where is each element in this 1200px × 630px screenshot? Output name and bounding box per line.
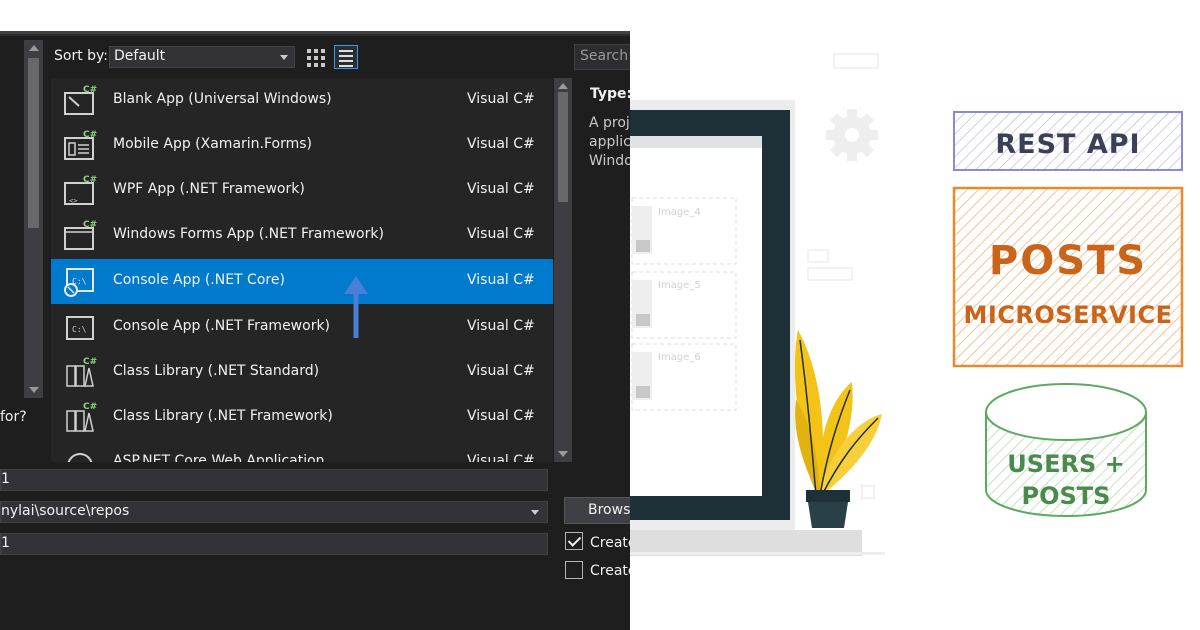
svg-text:C#: C# [83, 357, 97, 367]
sort-by-label: Sort by: [54, 48, 109, 64]
search-input[interactable]: Search ( [574, 44, 630, 70]
template-scrollbar[interactable] [554, 78, 572, 462]
create-directory-label: Create [590, 535, 630, 551]
template-language: Visual C# [467, 272, 535, 288]
template-name: WPF App (.NET Framework) [113, 181, 305, 197]
sort-by-value: Default [114, 48, 166, 64]
template-name: Class Library (.NET Framework) [113, 408, 333, 424]
gear-icon [826, 109, 878, 161]
architecture-diagram: REST API POSTS MICROSERVICE USERS + POST… [930, 0, 1200, 630]
template-name: Console App (.NET Framework) [113, 318, 331, 334]
template-row-mobile-app[interactable]: C# Mobile App (Xamarin.Forms) Visual C# [51, 123, 553, 168]
blank-app-icon: C# [64, 85, 97, 115]
windows-forms-icon: C# [64, 220, 97, 250]
rest-api-label: REST API [995, 129, 1140, 160]
wpf-app-icon: <> C# [64, 175, 97, 205]
illustration-canvas: Image_4 Image_5 Image_6 [630, 53, 885, 556]
template-row-console-app-framework[interactable]: C:\ Console App (.NET Framework) Visual … [51, 305, 553, 350]
scroll-up-icon[interactable] [558, 83, 568, 89]
chevron-down-icon [531, 510, 539, 515]
mobile-app-icon: C# [64, 130, 97, 160]
template-name: Console App (.NET Core) [113, 272, 285, 288]
location-value: nylai\source\repos [1, 503, 130, 519]
description-line: A proje [589, 115, 630, 131]
scrollbar-thumb[interactable] [558, 92, 568, 202]
image-placeholder-label: Image_6 [658, 352, 701, 363]
location-field[interactable]: nylai\source\repos [0, 501, 548, 523]
svg-text:<>: <> [69, 197, 77, 205]
svg-text:C#: C# [83, 220, 97, 230]
microservice-label: MICROSERVICE [964, 301, 1173, 329]
console-app-framework-icon: C:\ [66, 316, 94, 340]
create-repository-checkbox[interactable] [565, 561, 583, 579]
console-app-icon: C:\ [64, 268, 94, 297]
template-language: Visual C# [467, 408, 535, 424]
chevron-down-icon [280, 55, 288, 60]
new-project-dialog: Sort by: Default Search ( C# Blank App (… [0, 0, 630, 630]
browse-button[interactable]: Browse [564, 497, 630, 524]
template-row-web-app[interactable]: ASP.NET Core Web Application Visual C# [51, 440, 553, 462]
posts-microservice-box: POSTS MICROSERVICE [952, 186, 1184, 368]
template-language: Visual C# [467, 318, 535, 334]
scroll-down-icon[interactable] [558, 451, 568, 457]
svg-text:C:\: C:\ [72, 325, 87, 334]
template-row-console-app-core[interactable]: C:\ Console App (.NET Core) Visual C# [51, 259, 553, 304]
class-library-icon: C# [66, 357, 97, 387]
monitor-illustration: Image_4 Image_5 Image_6 [630, 0, 930, 630]
scrollbar-thumb[interactable] [28, 58, 39, 228]
scroll-up-icon[interactable] [29, 45, 39, 51]
template-language: Visual C# [467, 136, 535, 152]
image-placeholder-label: Image_4 [658, 207, 701, 218]
template-language: Visual C# [467, 91, 535, 107]
list-view-icon[interactable] [334, 45, 358, 69]
template-row-windows-forms[interactable]: C# Windows Forms App (.NET Framework) Vi… [51, 213, 553, 258]
template-row-blank-app[interactable]: C# Blank App (Universal Windows) Visual … [51, 78, 553, 123]
web-app-icon [67, 453, 93, 462]
grid-view-icon[interactable] [305, 46, 327, 68]
type-label: Type: [590, 86, 630, 102]
database-label-line1: USERS + [1007, 450, 1124, 478]
class-library-framework-icon: C# [66, 402, 97, 432]
diagram-canvas: REST API POSTS MICROSERVICE USERS + POST… [952, 111, 1184, 517]
template-name: Windows Forms App (.NET Framework) [113, 226, 384, 242]
database-label-line2: POSTS [1022, 482, 1111, 510]
template-row-wpf-app[interactable]: <> C# WPF App (.NET Framework) Visual C# [51, 168, 553, 213]
rest-api-box: REST API [953, 111, 1183, 171]
image-placeholder-label: Image_5 [658, 280, 701, 291]
description-line: Windo [589, 153, 630, 169]
template-list: C# Blank App (Universal Windows) Visual … [51, 78, 553, 462]
template-row-class-library-framework[interactable]: C# Class Library (.NET Framework) Visual… [51, 395, 553, 440]
template-name: Class Library (.NET Standard) [113, 363, 320, 379]
online-search-prompt: for? [0, 409, 27, 425]
template-language: Visual C# [467, 181, 535, 197]
create-repository-label: Create [590, 563, 630, 579]
template-language: Visual C# [467, 363, 535, 379]
template-language: Visual C# [467, 226, 535, 242]
template-name: Mobile App (Xamarin.Forms) [113, 136, 313, 152]
window-top-strip [0, 0, 630, 36]
project-name-value: 1 [1, 471, 10, 487]
posts-label: POSTS [989, 238, 1147, 284]
create-directory-checkbox[interactable] [565, 532, 583, 550]
template-name: Blank App (Universal Windows) [113, 91, 332, 107]
svg-text:C#: C# [83, 130, 97, 140]
annotation-arrow-up-icon [344, 276, 368, 338]
sort-by-select[interactable]: Default [109, 46, 295, 68]
template-name: ASP.NET Core Web Application [113, 453, 325, 462]
project-name-field[interactable]: 1 [0, 469, 548, 491]
users-posts-database: USERS + POSTS [985, 383, 1147, 517]
scroll-down-icon[interactable] [29, 387, 39, 393]
template-description: A proje applica Windo [589, 114, 630, 171]
description-line: applica [589, 134, 630, 150]
svg-text:C#: C# [83, 85, 97, 95]
category-scrollbar[interactable] [24, 40, 43, 398]
svg-text:C#: C# [83, 402, 97, 412]
svg-text:C#: C# [83, 175, 97, 185]
template-language: Visual C# [467, 453, 535, 462]
solution-name-field[interactable]: 1 [0, 533, 548, 555]
template-row-class-library-standard[interactable]: C# Class Library (.NET Standard) Visual … [51, 350, 553, 395]
solution-name-value: 1 [1, 535, 10, 551]
